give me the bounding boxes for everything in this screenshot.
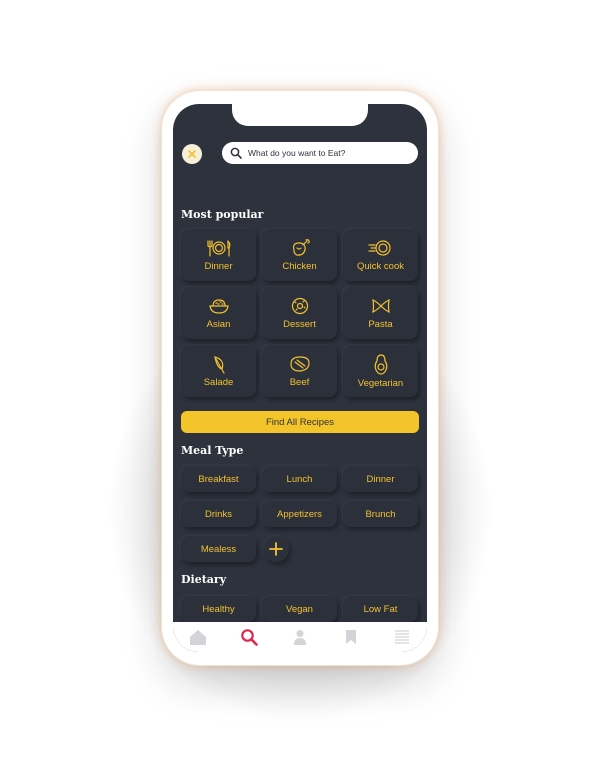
category-tile-pasta[interactable]: Pasta <box>343 287 418 339</box>
category-label: Dessert <box>283 319 316 330</box>
tab-profile[interactable] <box>288 625 312 649</box>
tab-home[interactable] <box>186 625 210 649</box>
plate-cutlery-icon <box>206 240 230 257</box>
meal-type-chip[interactable]: Dinner <box>343 466 418 492</box>
chicken-icon <box>292 239 310 256</box>
category-label: Vegetarian <box>357 378 404 389</box>
dietary-chip[interactable]: Healthy <box>181 596 256 622</box>
steak-icon <box>289 356 310 372</box>
category-label: Beef <box>289 377 310 388</box>
leaf-icon <box>213 356 225 374</box>
category-label: Chicken <box>282 261 317 272</box>
search-icon <box>241 629 258 646</box>
dietary-chip[interactable]: Vegan <box>262 596 337 622</box>
search-input[interactable]: What do you want to Eat? <box>248 148 345 158</box>
meal-type-chip[interactable]: Appetizers <box>262 501 337 527</box>
search-bar[interactable]: What do you want to Eat? <box>222 142 418 164</box>
category-tile-chicken[interactable]: Chicken <box>262 229 337 281</box>
search-icon <box>230 147 242 159</box>
category-label: Pasta <box>368 319 393 330</box>
profile-icon <box>293 630 306 645</box>
plus-icon <box>269 542 283 556</box>
category-tile-beef[interactable]: Beef <box>262 345 337 397</box>
pasta-icon <box>371 298 390 314</box>
meal-type-chip[interactable]: Breakfast <box>181 466 256 492</box>
phone-frame: What do you want to Eat? Most popular Di… <box>162 91 438 665</box>
category-tile-dinner[interactable]: Dinner <box>181 229 256 281</box>
home-icon <box>190 630 207 645</box>
tab-bookmarks[interactable] <box>339 625 363 649</box>
category-tile-quick-cook[interactable]: Quick cook <box>343 229 418 281</box>
category-tile-salade[interactable]: Salade <box>181 345 256 397</box>
app-screen: What do you want to Eat? Most popular Di… <box>173 104 427 652</box>
category-tile-asian[interactable]: Asian <box>181 287 256 339</box>
category-tile-dessert[interactable]: Dessert <box>262 287 337 339</box>
avocado-icon <box>374 354 387 375</box>
meal-type-chip[interactable]: Brunch <box>343 501 418 527</box>
section-title-meal-type: Meal Type <box>181 444 244 457</box>
close-icon <box>188 150 196 158</box>
category-tile-vegetarian[interactable]: Vegetarian <box>343 345 418 397</box>
phone-notch <box>232 104 368 126</box>
add-meal-type-button[interactable] <box>263 536 289 562</box>
popular-grid: Dinner Chicken Quick cook Asian Dessert … <box>181 229 418 397</box>
meal-type-chip[interactable]: Drinks <box>181 501 256 527</box>
bookmark-icon <box>345 630 356 644</box>
find-all-recipes-button[interactable]: Find All Recipes <box>181 411 419 433</box>
rice-bowl-icon <box>208 299 229 314</box>
speed-plate-icon <box>367 240 391 256</box>
tab-list[interactable] <box>390 625 414 649</box>
section-title-dietary: Dietary <box>181 573 227 586</box>
dietary-grid: Healthy Vegan Low Fat <box>181 596 418 622</box>
meal-type-chip[interactable]: Lunch <box>262 466 337 492</box>
close-button[interactable] <box>182 144 202 164</box>
meal-type-grid: Breakfast Lunch Dinner Drinks Appetizers… <box>181 466 418 562</box>
category-label: Asian <box>206 319 231 330</box>
category-label: Dinner <box>204 261 233 272</box>
category-label: Quick cook <box>357 261 404 272</box>
meal-type-chip[interactable]: Mealess <box>181 536 256 562</box>
tab-search[interactable] <box>237 625 261 649</box>
section-title-most-popular: Most popular <box>181 208 264 221</box>
donut-icon <box>291 297 308 315</box>
category-label: Salade <box>203 377 234 388</box>
dietary-chip[interactable]: Low Fat <box>343 596 418 622</box>
list-icon <box>394 630 409 644</box>
bottom-tab-bar <box>173 622 427 652</box>
